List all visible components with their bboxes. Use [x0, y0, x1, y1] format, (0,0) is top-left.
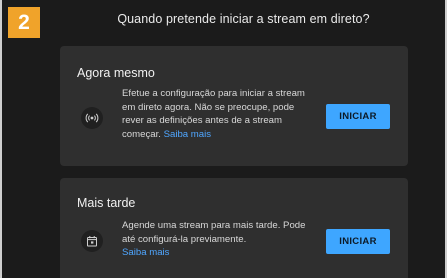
option-title-now: Agora mesmo [77, 66, 155, 80]
learn-more-link-later[interactable]: Saiba mais [122, 247, 169, 258]
start-now-button[interactable]: INICIAR [326, 104, 390, 129]
screenshot-frame: 2 Quando pretende iniciar a stream em di… [0, 0, 447, 278]
live-broadcast-icon [81, 107, 103, 129]
option-description-text: Agende uma stream para mais tarde. Pode … [122, 220, 306, 245]
option-description-now: Efetue a configuração para iniciar a str… [122, 87, 317, 141]
dialog-title: Quando pretende iniciar a stream em dire… [117, 12, 370, 26]
option-card-later: Mais tarde Agende uma stream para mais t… [60, 178, 408, 278]
step-number-badge: 2 [8, 7, 40, 38]
learn-more-link-now[interactable]: Saiba mais [164, 129, 211, 140]
start-later-button[interactable]: INICIAR [326, 229, 390, 254]
option-description-text: Efetue a configuração para iniciar a str… [122, 88, 305, 140]
calendar-icon [81, 230, 103, 252]
option-description-later: Agende uma stream para mais tarde. Pode … [122, 219, 317, 260]
option-card-now: Agora mesmo Efetue a configuração para i… [60, 46, 408, 166]
option-title-later: Mais tarde [77, 196, 136, 210]
